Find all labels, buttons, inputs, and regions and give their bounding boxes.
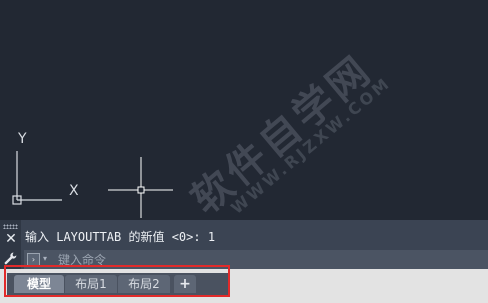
- command-prompt-icon[interactable]: ›: [27, 253, 40, 266]
- command-input[interactable]: [58, 250, 478, 269]
- watermark: 软件自学网 WWW.RJZXW.COM: [153, 33, 399, 218]
- close-icon[interactable]: ✕: [4, 232, 18, 246]
- ucs-y-label: Y: [18, 131, 27, 147]
- wrench-icon[interactable]: [3, 251, 18, 266]
- watermark-main-text: 软件自学网: [183, 46, 382, 218]
- autocad-window: Y X 软件自学网 WWW.RJZXW.COM ✕ 输入 LAYOUTTAB 的…: [0, 0, 488, 303]
- grip-icon[interactable]: [3, 224, 18, 229]
- add-layout-button[interactable]: +: [174, 275, 196, 293]
- tab-model[interactable]: 模型: [14, 275, 64, 293]
- drawing-canvas[interactable]: Y X 软件自学网 WWW.RJZXW.COM: [0, 0, 488, 218]
- chevron-down-icon[interactable]: ▾: [43, 253, 47, 265]
- command-history-text: 输入 LAYOUTTAB 的新值 <0>: 1: [25, 230, 216, 244]
- tab-layout2[interactable]: 布局2: [118, 275, 170, 293]
- layout-tab-strip: 模型 布局1 布局2 +: [7, 273, 229, 295]
- ucs-axes-icon: [12, 151, 62, 205]
- watermark-url-text: WWW.RJZXW.COM: [227, 72, 395, 218]
- command-line-handle[interactable]: ✕: [0, 220, 21, 269]
- tab-layout1[interactable]: 布局1: [65, 275, 117, 293]
- layout-tab-bar: 模型 布局1 布局2 +: [0, 269, 488, 303]
- ucs-x-label: X: [69, 183, 79, 199]
- ucs-icon: Y X: [0, 0, 110, 218]
- crosshair-cursor-icon: [108, 157, 173, 218]
- command-input-row: › ▾: [24, 250, 488, 269]
- command-line-panel: ✕ 输入 LAYOUTTAB 的新值 <0>: 1 › ▾: [0, 220, 488, 269]
